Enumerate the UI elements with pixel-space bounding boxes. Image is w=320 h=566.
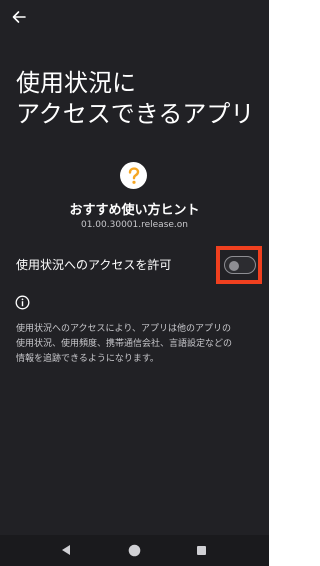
app-name: おすすめ使い方ヒント: [69, 203, 200, 218]
page-title-line-1: 使用状況に: [16, 69, 136, 97]
app-icon: [120, 162, 147, 189]
info-icon: [15, 295, 30, 310]
arrow-left-icon: [12, 11, 26, 23]
usage-access-description: 使用状況へのアクセスにより、アプリは他のアプリの 使用状況、使用頻度、携帯通信会…: [16, 322, 256, 367]
question-mark-icon: [128, 166, 139, 184]
triangle-back-icon: [62, 545, 70, 555]
usage-access-toggle-row[interactable]: 使用状況へのアクセスを許可: [0, 244, 269, 286]
nav-recents-button[interactable]: [194, 543, 208, 557]
nav-home-button[interactable]: [127, 543, 141, 557]
page-title-line-2: アクセスできるアプリ: [16, 100, 255, 128]
usage-access-screen: 使用状況に アクセスできるアプリ おすすめ使い方ヒント 01.00.30001.…: [0, 0, 269, 566]
circle-home-icon: [128, 544, 140, 556]
square-recents-icon: [196, 545, 206, 555]
description-line-3: 情報を追跡できるようになります。: [16, 354, 159, 364]
nav-back-button[interactable]: [59, 543, 73, 557]
usage-access-switch[interactable]: [224, 256, 256, 274]
page-title: 使用状況に アクセスできるアプリ: [16, 68, 264, 130]
switch-thumb: [229, 260, 239, 271]
app-version: 01.00.30001.release.on: [80, 220, 188, 230]
usage-access-label: 使用状況へのアクセスを許可: [16, 258, 172, 272]
back-button[interactable]: [8, 6, 30, 28]
description-line-1: 使用状況へのアクセスにより、アプリは他のアプリの: [16, 324, 232, 334]
system-nav-bar: [0, 535, 269, 566]
description-line-2: 使用状況、使用頻度、携帯通信会社、言語設定などの: [16, 339, 233, 349]
